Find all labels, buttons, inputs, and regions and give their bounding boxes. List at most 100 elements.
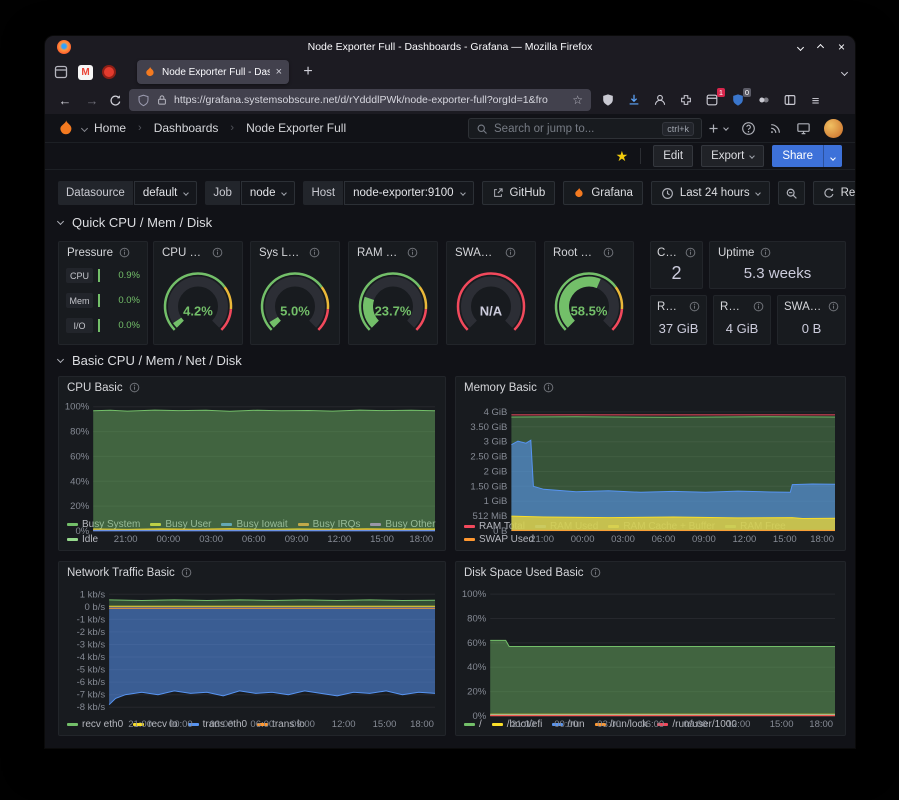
extensions-icon[interactable] (676, 91, 695, 110)
panel-network-traffic-basic: Network Traffic Basic 1 kb/s0 b/s-1 kb/s… (58, 561, 446, 736)
grafana-link-button[interactable]: Grafana (563, 181, 643, 205)
extension-badge-count: 1 (717, 88, 725, 97)
firefox-view-icon[interactable] (53, 64, 69, 80)
breadcrumb-dashboards[interactable]: Dashboards (154, 121, 219, 135)
svg-text:21:00: 21:00 (128, 719, 152, 729)
info-icon[interactable] (685, 247, 696, 258)
section-basic-cpu-mem-net-disk[interactable]: Basic CPU / Mem / Net / Disk (58, 353, 242, 368)
info-icon[interactable] (212, 247, 223, 258)
svg-text:15:00: 15:00 (770, 719, 794, 729)
minimize-button[interactable] (797, 43, 804, 50)
info-icon[interactable] (590, 567, 601, 578)
swap-used-gauge: N/A (447, 263, 535, 344)
kiosk-mode-icon[interactable] (796, 121, 811, 136)
tab-close-icon[interactable]: × (276, 66, 282, 78)
maximize-button[interactable] (817, 43, 824, 50)
svg-text:4 GiB: 4 GiB (484, 407, 508, 418)
https-lock-icon[interactable] (156, 94, 168, 106)
section-chevron-icon (57, 355, 64, 362)
svg-text:18:00: 18:00 (410, 719, 434, 729)
list-tabs-icon[interactable] (841, 68, 848, 75)
grafana-favicon (144, 66, 156, 78)
grafana-flame-icon (573, 187, 585, 199)
ublock-shield-icon[interactable]: 0 (728, 91, 747, 110)
user-avatar[interactable] (824, 119, 843, 138)
permissions-shield-icon[interactable] (598, 91, 617, 110)
back-button[interactable]: ← (55, 90, 75, 110)
account-icon[interactable] (650, 91, 669, 110)
info-icon[interactable] (505, 247, 516, 258)
cpu-basic-chart[interactable]: 0%20%40%60%80%100%21:0000:0003:0006:0009… (63, 398, 441, 518)
info-icon[interactable] (828, 301, 839, 312)
menu-icon[interactable]: ≡ (806, 91, 825, 110)
search-input[interactable]: Search or jump to... ctrl+k (468, 118, 702, 139)
extension-badge-icon[interactable]: 1 (702, 91, 721, 110)
svg-text:-4 kb/s: -4 kb/s (77, 652, 106, 663)
disk-space-chart[interactable]: 0%20%40%60%80%100%21:0000:0003:0006:0009… (460, 583, 841, 718)
svg-text:0 b/s: 0 b/s (84, 602, 105, 613)
svg-text:-6 kb/s: -6 kb/s (77, 677, 106, 688)
tracking-shield-icon[interactable] (137, 94, 150, 107)
help-icon[interactable] (741, 121, 756, 136)
section-quick-cpu-mem-disk[interactable]: Quick CPU / Mem / Disk (58, 215, 212, 230)
network-traffic-chart[interactable]: 1 kb/s0 b/s-1 kb/s-2 kb/s-3 kb/s-4 kb/s-… (63, 583, 441, 718)
edit-button[interactable]: Edit (653, 145, 693, 167)
info-icon[interactable] (760, 247, 771, 258)
panel-title: SWAP Used (455, 247, 499, 259)
close-window-button[interactable]: × (838, 41, 845, 53)
zoom-out-button[interactable] (778, 181, 805, 205)
info-icon[interactable] (753, 301, 764, 312)
sidebar-icon[interactable] (780, 91, 799, 110)
svg-text:1 kb/s: 1 kb/s (80, 589, 106, 600)
pinned-tab-gmail-icon[interactable]: M (78, 65, 93, 80)
reload-button[interactable] (109, 94, 122, 107)
info-icon[interactable] (181, 567, 192, 578)
memory-basic-chart[interactable]: 0 B512 MiB1 GiB1.50 GiB2 GiB2.50 GiB3 Gi… (460, 398, 841, 520)
svg-text:20%: 20% (70, 501, 90, 512)
panel-cpu-cores: CPU Cores 2 (650, 241, 703, 289)
export-button[interactable]: Export (701, 145, 764, 167)
containers-icon[interactable] (754, 91, 773, 110)
grafana-logo-icon[interactable] (57, 119, 75, 137)
downloads-icon[interactable] (624, 91, 643, 110)
pressure-label: I/O (66, 318, 93, 333)
github-link-button[interactable]: GitHub (482, 181, 556, 205)
pressure-value: 0.9% (111, 270, 140, 281)
active-tab[interactable]: Node Exporter Full - Dashbo × (137, 60, 289, 84)
pinned-tab-app-icon[interactable] (102, 65, 116, 79)
url-bar[interactable]: https://grafana.systemsobscure.net/d/rYd… (129, 89, 591, 111)
svg-text:100%: 100% (462, 589, 487, 600)
panel-title: RAM Used (357, 247, 401, 259)
info-icon[interactable] (119, 247, 130, 258)
org-chevron-icon[interactable] (81, 124, 88, 131)
info-icon[interactable] (543, 382, 554, 393)
host-select[interactable]: node-exporter:9100 (344, 181, 473, 205)
forward-button[interactable]: → (82, 90, 102, 110)
breadcrumb-home[interactable]: Home (94, 121, 126, 135)
add-new-button[interactable] (707, 122, 728, 135)
svg-text:3.50 GiB: 3.50 GiB (470, 422, 507, 433)
grafana-nav: Home › Dashboards › Node Exporter Full S… (45, 114, 855, 143)
svg-text:-8 kb/s: -8 kb/s (77, 702, 106, 713)
refresh-button[interactable]: Refresh (813, 181, 855, 205)
dashboard-toolbar: ★ Edit Export Share (45, 143, 855, 170)
datasource-label: Datasource (58, 181, 133, 205)
info-icon[interactable] (309, 247, 320, 258)
share-button[interactable]: Share (772, 145, 842, 167)
search-shortcut-badge: ctrl+k (662, 122, 694, 136)
news-icon[interactable] (769, 121, 783, 135)
time-range-picker[interactable]: Last 24 hours (651, 181, 770, 205)
job-select[interactable]: node (241, 181, 296, 205)
panel-rootfs-total: RootFS Total 37 GiB (650, 295, 707, 345)
favorite-star-icon[interactable]: ★ (616, 149, 629, 163)
stat-value: 4 GiB (714, 317, 770, 344)
bookmark-star-icon[interactable]: ☆ (572, 93, 583, 107)
info-icon[interactable] (129, 382, 140, 393)
panel-title: CPU Basic (67, 382, 123, 394)
panel-title: CPU Cores (657, 247, 679, 259)
new-tab-button[interactable]: + (298, 62, 318, 82)
info-icon[interactable] (603, 247, 614, 258)
datasource-select[interactable]: default (134, 181, 198, 205)
info-icon[interactable] (689, 301, 700, 312)
info-icon[interactable] (407, 247, 418, 258)
